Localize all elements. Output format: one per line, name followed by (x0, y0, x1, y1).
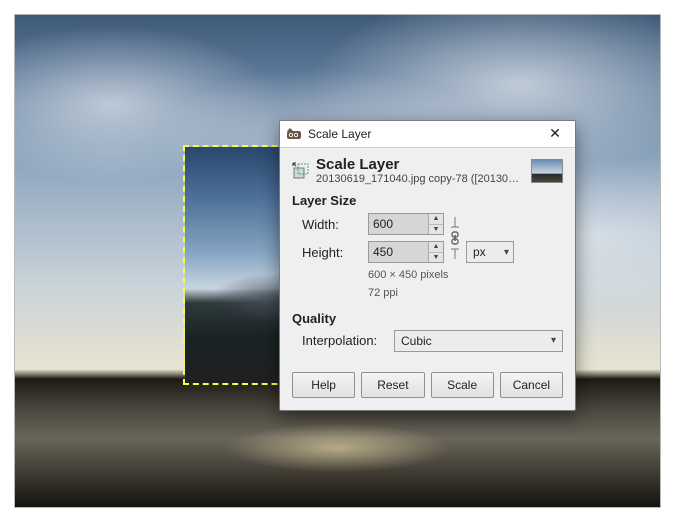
dialog-button-row: Help Reset Scale Cancel (280, 362, 575, 410)
width-label: Width: (302, 217, 364, 232)
dialog-body: Scale Layer 20130619_171040.jpg copy-78 … (280, 148, 575, 362)
interpolation-select[interactable]: Cubic ▾ (394, 330, 563, 352)
scale-layer-dialog: Scale Layer ✕ Scale Layer (279, 120, 576, 411)
dialog-title: Scale Layer (316, 156, 525, 173)
unit-select[interactable]: px ▾ (466, 241, 514, 263)
height-label: Height: (302, 245, 364, 260)
interpolation-row: Interpolation: Cubic ▾ (302, 330, 563, 352)
scale-button[interactable]: Scale (431, 372, 494, 398)
canvas-viewport: Scale Layer ✕ Scale Layer (14, 14, 661, 508)
width-field[interactable] (369, 214, 428, 234)
width-step-down[interactable]: ▼ (429, 225, 443, 235)
section-heading-quality: Quality (292, 311, 563, 326)
chain-link-icon (449, 215, 461, 261)
height-input[interactable]: ▲ ▼ (368, 241, 444, 263)
cancel-button[interactable]: Cancel (500, 372, 563, 398)
width-input[interactable]: ▲ ▼ (368, 213, 444, 235)
height-step-up[interactable]: ▲ (429, 242, 443, 253)
interpolation-label: Interpolation: (302, 333, 388, 348)
size-info-resolution: 72 ppi (368, 286, 514, 300)
app-frame: Scale Layer ✕ Scale Layer (0, 0, 675, 522)
section-heading-layer-size: Layer Size (292, 193, 563, 208)
layer-thumbnail (531, 159, 563, 183)
close-button[interactable]: ✕ (541, 124, 569, 144)
dialog-titlebar[interactable]: Scale Layer ✕ (280, 121, 575, 148)
dialog-subtitle: 20130619_171040.jpg copy-78 ([20130701_.… (316, 173, 525, 185)
width-step-up[interactable]: ▲ (429, 214, 443, 225)
help-button[interactable]: Help (292, 372, 355, 398)
size-info-dimensions: 600 × 450 pixels (368, 268, 514, 282)
unit-selected-label: px (473, 245, 486, 259)
height-step-down[interactable]: ▼ (429, 253, 443, 263)
height-field[interactable] (369, 242, 428, 262)
dialog-window-title: Scale Layer (308, 127, 541, 141)
gimp-icon (286, 126, 302, 142)
chain-link-toggle[interactable] (448, 212, 462, 264)
layer-size-grid: Width: ▲ ▼ (302, 212, 563, 301)
dialog-header: Scale Layer 20130619_171040.jpg copy-78 … (292, 156, 563, 185)
chevron-down-icon: ▾ (551, 335, 556, 346)
chevron-down-icon: ▾ (504, 247, 509, 258)
reset-button[interactable]: Reset (361, 372, 424, 398)
close-icon: ✕ (549, 125, 561, 141)
interpolation-selected-label: Cubic (401, 334, 432, 348)
scale-icon (292, 162, 310, 180)
